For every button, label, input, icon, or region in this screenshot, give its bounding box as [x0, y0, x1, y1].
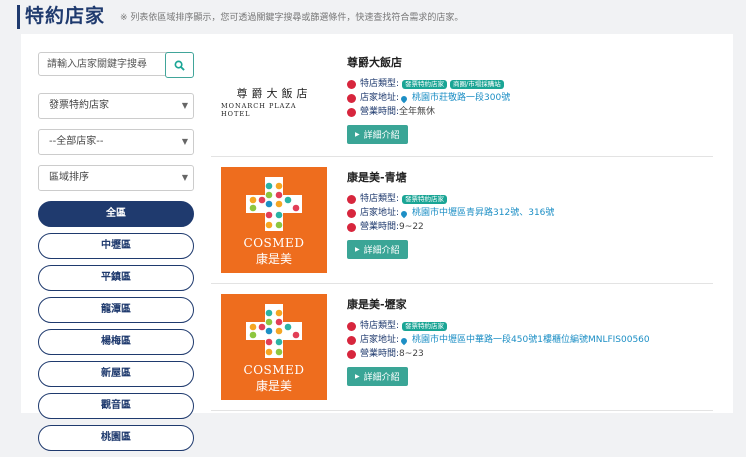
store-type-label: 特店類型:	[360, 79, 400, 89]
cosmed-cross-icon: COSMED 康是美	[244, 177, 305, 266]
logo-text-cn: 尊爵大飯店	[236, 86, 312, 100]
arrow-right-icon: ▶	[355, 246, 360, 253]
address-label: 店家地址:	[360, 208, 400, 218]
search-button[interactable]	[165, 52, 194, 78]
store-hours: 全年無休	[399, 107, 436, 117]
store-address-link[interactable]: 桃園市中壢區中華路一段450號1樓櫃位編號MNLFIS00560	[412, 334, 650, 347]
zone-button-taoyuan[interactable]: 桃園區	[38, 425, 194, 451]
search-input[interactable]	[38, 52, 176, 76]
title-accent-bar	[17, 5, 20, 29]
store-type-tag: 發票特約店家	[402, 195, 448, 204]
sort-value: 區域排序	[49, 172, 89, 183]
hours-row: 營業時間: 9~22	[347, 221, 554, 234]
address-row: 店家地址: 桃園市中壢區青昇路312號、316號	[347, 207, 554, 220]
search-icon	[174, 60, 185, 71]
logo-text-en: COSMED	[244, 236, 305, 250]
clock-icon	[347, 223, 356, 232]
filter-sidebar: 發票特約店家 ▼ --全部店家-- ▼ 區域排序 ▼ 全區 中壢區 平鎮區 龍潭…	[38, 52, 194, 457]
tag-icon	[347, 80, 356, 89]
map-pin-icon	[399, 336, 409, 345]
search-bar	[38, 52, 194, 78]
hours-label: 營業時間:	[360, 222, 400, 232]
hours-label: 營業時間:	[360, 107, 400, 117]
store-hours: 9~22	[399, 222, 424, 232]
store-type-row: 特店類型: 發票特約店家	[347, 193, 554, 206]
arrow-right-icon: ▶	[355, 373, 360, 380]
location-icon	[347, 94, 356, 103]
zone-filter-list: 全區 中壢區 平鎮區 龍潭區 楊梅區 新屋區 觀音區 桃園區	[38, 201, 194, 451]
detail-button-label: 詳細介紹	[363, 131, 400, 141]
store-hours: 8~23	[399, 349, 424, 359]
tag-icon	[347, 195, 356, 204]
store-logo: COSMED 康是美	[221, 294, 327, 400]
store-logo: COSMED 康是美	[221, 167, 327, 273]
store-card: COSMED 康是美 康是美-壢家 特店類型: 發票特約店家 店家地址: 桃園市…	[211, 284, 713, 411]
page-header: 特約店家 ※ 列表依區域排序顯示，您可透過關鍵字搜尋或篩選條件，快速查找符合需求…	[0, 0, 746, 34]
hours-label: 營業時間:	[360, 349, 400, 359]
store-select[interactable]: --全部店家-- ▼	[38, 129, 194, 155]
chevron-down-icon: ▼	[181, 101, 188, 110]
logo-text-en: COSMED	[244, 363, 305, 377]
location-icon	[347, 209, 356, 218]
store-name[interactable]: 尊爵大飯店	[347, 56, 510, 70]
store-card: COSMED 康是美 康是美-青塘 特店類型: 發票特約店家 店家地址: 桃園市…	[211, 157, 713, 284]
cosmed-cross-icon: COSMED 康是美	[244, 304, 305, 393]
zone-button-all[interactable]: 全區	[38, 201, 194, 227]
store-info: 尊爵大飯店 特店類型: 發票特約店家 商圈/市場採購站 店家地址: 桃園市莊敬路…	[347, 56, 510, 144]
store-name[interactable]: 康是美-壢家	[347, 298, 650, 312]
arrow-right-icon: ▶	[355, 131, 360, 138]
address-row: 店家地址: 桃園市莊敬路一段300號	[347, 92, 510, 105]
store-type-label: 特店類型:	[360, 194, 400, 204]
detail-button[interactable]: ▶ 詳細介紹	[347, 125, 408, 144]
store-type-row: 特店類型: 發票特約店家 商圈/市場採購站	[347, 78, 510, 91]
hours-row: 營業時間: 8~23	[347, 348, 650, 361]
logo-text-en: MONARCH PLAZA HOTEL	[221, 101, 297, 118]
clock-icon	[347, 350, 356, 359]
zone-button-zhongli[interactable]: 中壢區	[38, 233, 194, 259]
zone-button-guanyin[interactable]: 觀音區	[38, 393, 194, 419]
store-info: 康是美-青塘 特店類型: 發票特約店家 店家地址: 桃園市中壢區青昇路312號、…	[347, 171, 554, 259]
chevron-down-icon: ▼	[181, 173, 188, 182]
detail-button[interactable]: ▶ 詳細介紹	[347, 240, 408, 259]
store-value: --全部店家--	[49, 136, 104, 147]
map-pin-icon	[399, 209, 409, 218]
logo-text-cn: 康是美	[256, 251, 292, 266]
store-list: 尊爵大飯店 MONARCH PLAZA HOTEL 尊爵大飯店 特店類型: 發票…	[211, 42, 713, 411]
sort-select[interactable]: 區域排序 ▼	[38, 165, 194, 191]
zone-button-pingzhen[interactable]: 平鎮區	[38, 265, 194, 291]
page-title: 特約店家	[25, 5, 106, 27]
store-type-tag: 發票特約店家	[402, 322, 448, 331]
address-row: 店家地址: 桃園市中壢區中華路一段450號1樓櫃位編號MNLFIS00560	[347, 334, 650, 347]
store-type-tag: 發票特約店家	[402, 80, 448, 89]
zone-button-yangmei[interactable]: 楊梅區	[38, 329, 194, 355]
store-type-tag: 商圈/市場採購站	[450, 80, 504, 89]
address-label: 店家地址:	[360, 335, 400, 345]
logo-text-cn: 康是美	[256, 378, 292, 393]
chevron-down-icon: ▼	[181, 137, 188, 146]
zone-button-longtan[interactable]: 龍潭區	[38, 297, 194, 323]
map-pin-icon	[399, 94, 409, 103]
store-type-value: 發票特約店家	[49, 100, 109, 111]
location-icon	[347, 336, 356, 345]
tag-icon	[347, 322, 356, 331]
page-subtitle: ※ 列表依區域排序顯示，您可透過關鍵字搜尋或篩選條件，快速查找符合需求的店家。	[120, 13, 464, 23]
store-type-select[interactable]: 發票特約店家 ▼	[38, 93, 194, 119]
detail-button[interactable]: ▶ 詳細介紹	[347, 367, 408, 386]
zone-button-xinwu[interactable]: 新屋區	[38, 361, 194, 387]
store-info: 康是美-壢家 特店類型: 發票特約店家 店家地址: 桃園市中壢區中華路一段450…	[347, 298, 650, 386]
store-logo: 尊爵大飯店 MONARCH PLAZA HOTEL	[221, 48, 327, 154]
store-type-row: 特店類型: 發票特約店家	[347, 320, 650, 333]
hours-row: 營業時間: 全年無休	[347, 106, 510, 119]
clock-icon	[347, 108, 356, 117]
store-card: 尊爵大飯店 MONARCH PLAZA HOTEL 尊爵大飯店 特店類型: 發票…	[211, 42, 713, 157]
detail-button-label: 詳細介紹	[363, 373, 400, 383]
store-address-link[interactable]: 桃園市中壢區青昇路312號、316號	[412, 207, 554, 220]
address-label: 店家地址:	[360, 93, 400, 103]
store-address-link[interactable]: 桃園市莊敬路一段300號	[412, 92, 510, 105]
content-panel: 發票特約店家 ▼ --全部店家-- ▼ 區域排序 ▼ 全區 中壢區 平鎮區 龍潭…	[21, 34, 733, 451]
detail-button-label: 詳細介紹	[363, 246, 400, 256]
store-name[interactable]: 康是美-青塘	[347, 171, 554, 185]
store-type-label: 特店類型:	[360, 321, 400, 331]
